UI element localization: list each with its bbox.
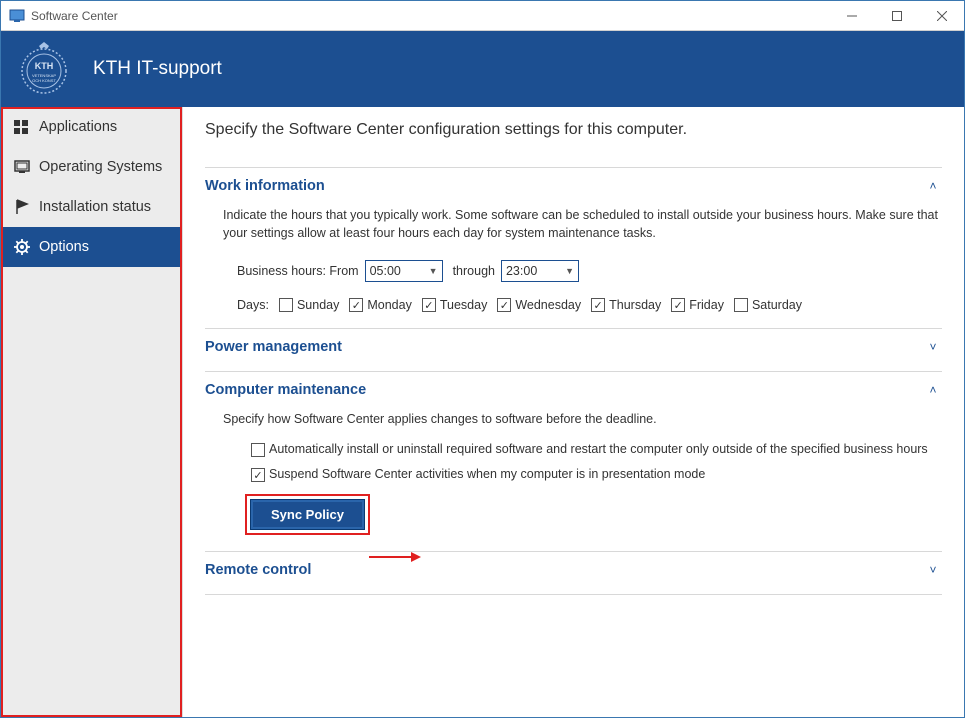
flag-icon <box>13 198 31 216</box>
app-icon <box>9 8 25 24</box>
checkbox-sunday[interactable] <box>279 298 293 312</box>
sidebar-item-applications[interactable]: Applications <box>1 107 182 147</box>
maint-opt1-label: Automatically install or uninstall requi… <box>269 442 928 456</box>
gear-icon <box>13 238 31 256</box>
through-label: through <box>453 264 495 278</box>
sidebar-item-install-status[interactable]: Installation status <box>1 187 182 227</box>
os-icon <box>13 158 31 176</box>
checkbox-suspend-presentation[interactable]: ✓ <box>251 468 265 482</box>
work-description: Indicate the hours that you typically wo… <box>223 206 942 242</box>
days-label: Days: <box>237 298 269 312</box>
content: Specify the Software Center configuratio… <box>183 107 964 717</box>
checkbox-wednesday[interactable]: ✓ <box>497 298 511 312</box>
sidebar-item-label: Installation status <box>39 199 151 215</box>
maximize-button[interactable] <box>874 1 919 30</box>
section-remote: Remote control ˅ <box>205 551 942 595</box>
business-hours-label: Business hours: From <box>237 264 359 278</box>
org-logo: KTH VETENSKAP OCH KONST <box>15 40 73 98</box>
maint-opt2-label: Suspend Software Center activities when … <box>269 467 705 481</box>
sidebar-item-options[interactable]: Options <box>1 227 182 267</box>
day-label: Sunday <box>297 298 339 312</box>
sync-policy-button[interactable]: Sync Policy <box>251 500 364 529</box>
svg-text:KTH: KTH <box>35 61 54 71</box>
chevron-down-icon: ˅ <box>924 563 942 577</box>
to-time-select[interactable]: 23:00 ▼ <box>501 260 579 282</box>
maint-description: Specify how Software Center applies chan… <box>223 410 942 428</box>
page-title: Specify the Software Center configuratio… <box>205 121 942 139</box>
close-button[interactable] <box>919 1 964 30</box>
day-label: Friday <box>689 298 724 312</box>
svg-text:OCH KONST: OCH KONST <box>32 78 56 83</box>
section-title: Work information <box>205 178 924 194</box>
section-header-maintenance[interactable]: Computer maintenance ˄ <box>205 382 942 398</box>
day-label: Saturday <box>752 298 802 312</box>
chevron-up-icon: ˄ <box>924 383 942 397</box>
to-time-value: 23:00 <box>506 264 537 278</box>
checkbox-friday[interactable]: ✓ <box>671 298 685 312</box>
sidebar-item-label: Applications <box>39 119 117 135</box>
section-maintenance: Computer maintenance ˄ Specify how Softw… <box>205 371 942 551</box>
chevron-down-icon: ▼ <box>565 266 574 276</box>
checkbox-saturday[interactable] <box>734 298 748 312</box>
from-time-value: 05:00 <box>370 264 401 278</box>
checkbox-thursday[interactable]: ✓ <box>591 298 605 312</box>
checkbox-monday[interactable]: ✓ <box>349 298 363 312</box>
section-title: Power management <box>205 339 924 355</box>
day-label: Thursday <box>609 298 661 312</box>
sidebar-item-label: Operating Systems <box>39 159 162 175</box>
window-title: Software Center <box>31 9 829 23</box>
org-title: KTH IT-support <box>93 58 222 80</box>
minimize-button[interactable] <box>829 1 874 30</box>
day-label: Tuesday <box>440 298 487 312</box>
header: KTH VETENSKAP OCH KONST KTH IT-support <box>1 31 964 107</box>
day-label: Wednesday <box>515 298 581 312</box>
checkbox-auto-install[interactable] <box>251 443 265 457</box>
section-work-info: Work information ˄ Indicate the hours th… <box>205 167 942 328</box>
section-header-work[interactable]: Work information ˄ <box>205 178 942 194</box>
sidebar: Applications Operating Systems Installat… <box>1 107 183 717</box>
chevron-down-icon: ▼ <box>429 266 438 276</box>
day-label: Monday <box>367 298 411 312</box>
chevron-down-icon: ˅ <box>924 340 942 354</box>
section-title: Computer maintenance <box>205 382 924 398</box>
section-header-remote[interactable]: Remote control ˅ <box>205 562 942 578</box>
section-header-power[interactable]: Power management ˅ <box>205 339 942 355</box>
apps-icon <box>13 118 31 136</box>
from-time-select[interactable]: 05:00 ▼ <box>365 260 443 282</box>
section-title: Remote control <box>205 562 924 578</box>
checkbox-tuesday[interactable]: ✓ <box>422 298 436 312</box>
chevron-up-icon: ˄ <box>924 179 942 193</box>
sidebar-item-label: Options <box>39 239 89 255</box>
section-power: Power management ˅ <box>205 328 942 371</box>
titlebar: Software Center <box>1 1 964 31</box>
sidebar-item-os[interactable]: Operating Systems <box>1 147 182 187</box>
annotation-highlight-sync: Sync Policy <box>245 494 370 535</box>
